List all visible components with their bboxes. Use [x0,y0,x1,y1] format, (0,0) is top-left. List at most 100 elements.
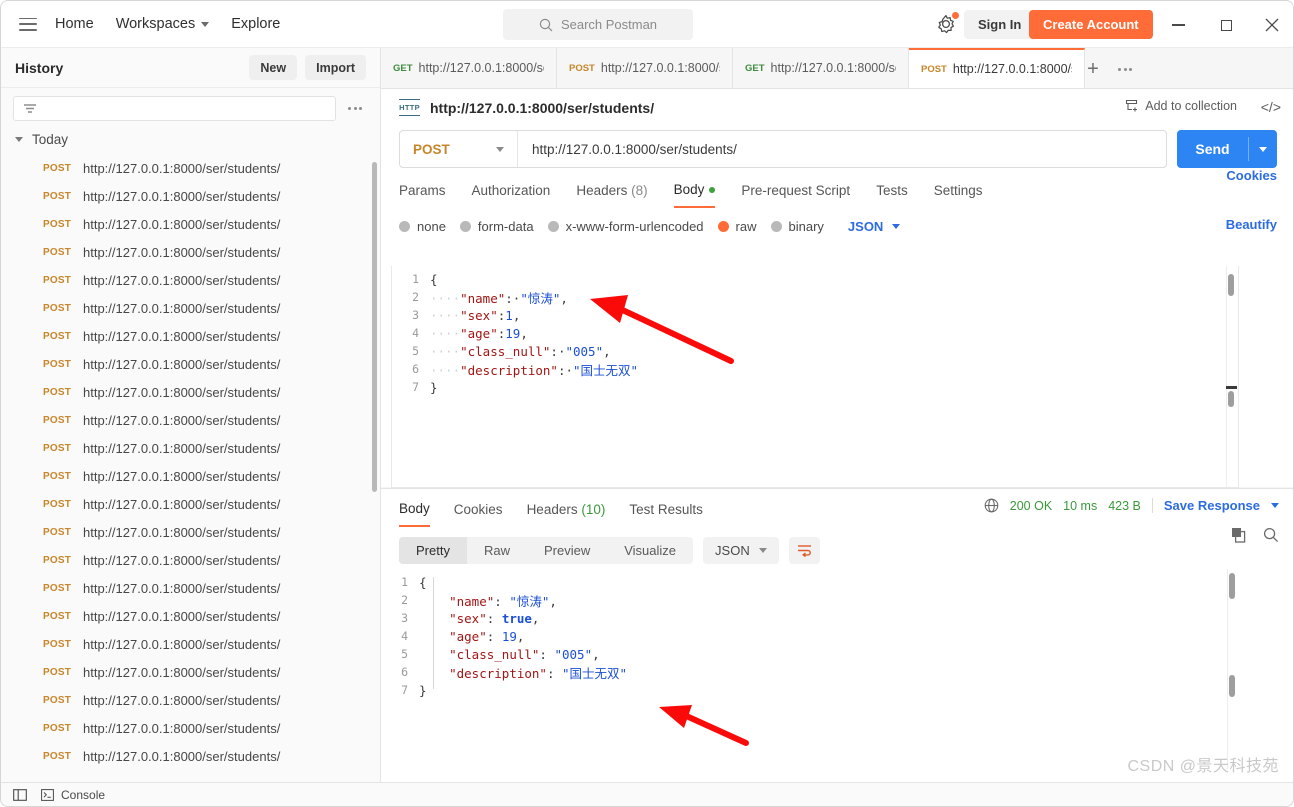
toggle-sidebar-button[interactable] [13,788,27,801]
list-item[interactable]: POST http://127.0.0.1:8000/ser/students/ [1,210,380,238]
response-format-select[interactable]: JSON [703,537,779,564]
window-close-button[interactable] [1258,11,1286,39]
list-item[interactable]: POST http://127.0.0.1:8000/ser/students/ [1,574,380,602]
list-item[interactable]: POST http://127.0.0.1:8000/ser/students/ [1,182,380,210]
list-item[interactable]: POST http://127.0.0.1:8000/ser/students/ [1,266,380,294]
list-item[interactable]: POST http://127.0.0.1:8000/ser/students/ [1,378,380,406]
request-body-editor[interactable]: 1{2 ····"name":·"惊涛", 3 ····"sex":1, 4 ····"a… [391,266,1239,488]
tab-params[interactable]: Params [399,183,446,207]
response-scroll-thumb[interactable] [1229,573,1235,599]
search-response-icon[interactable] [1263,527,1279,543]
beautify-button[interactable]: Beautify [1226,217,1277,232]
list-item[interactable]: POST http://127.0.0.1:8000/ser/students/ [1,658,380,686]
create-account-button[interactable]: Create Account [1029,10,1153,39]
list-item[interactable]: POST http://127.0.0.1:8000/ser/students/ [1,462,380,490]
wrap-lines-button[interactable] [788,537,820,564]
list-item[interactable]: POST http://127.0.0.1:8000/ser/students/ [1,154,380,182]
list-item[interactable]: POST http://127.0.0.1:8000/ser/students/ [1,630,380,658]
search-input[interactable]: Search Postman [503,9,693,40]
nav-explore[interactable]: Explore [231,16,280,32]
chevron-down-icon[interactable] [1271,503,1279,508]
tab-authorization[interactable]: Authorization [472,183,551,207]
response-view-visualize[interactable]: Visualize [607,537,693,564]
sidebar-scrollbar[interactable] [372,162,377,492]
request-editor-scroll-thumb[interactable] [1228,274,1234,296]
list-item[interactable]: POST http://127.0.0.1:8000/ser/students/ [1,322,380,350]
window-maximize-button[interactable] [1212,11,1240,39]
list-item[interactable]: POST http://127.0.0.1:8000/ser/students/ [1,546,380,574]
response-tab-cookies[interactable]: Cookies [454,502,503,526]
request-format-select[interactable]: JSON [848,219,901,234]
list-item[interactable]: POST http://127.0.0.1:8000/ser/students/ [1,238,380,266]
response-tab-body[interactable]: Body [399,501,430,527]
hamburger-menu-icon[interactable] [19,17,37,31]
history-filter-input[interactable] [13,96,336,121]
request-tab[interactable]: GET http://127.0.0.1:8000/ser/ [733,48,909,88]
list-item[interactable]: POST http://127.0.0.1:8000/ser/students/ [1,350,380,378]
request-editor-scroll-thumb-lower[interactable] [1228,391,1234,407]
request-tab[interactable]: POST http://127.0.0.1:8000/ser [909,48,1085,88]
body-type-form-data[interactable]: form-data [459,219,534,234]
copy-icon[interactable] [1231,527,1247,543]
response-view-pretty[interactable]: Pretty [399,537,467,564]
response-body-viewer[interactable]: 1{2 "name": "惊涛", 3 "sex": true, 4 "age": … [391,569,1239,769]
request-tab[interactable]: POST http://127.0.0.1:8000/ser [557,48,733,88]
list-item[interactable]: POST http://127.0.0.1:8000/ser/students/ [1,742,380,770]
list-item-method: POST [43,498,72,510]
list-item[interactable]: POST http://127.0.0.1:8000/ser/students/ [1,602,380,630]
list-item[interactable]: POST http://127.0.0.1:8000/ser/students/ [1,714,380,742]
tab-more-options-icon[interactable] [1105,49,1145,89]
list-item[interactable]: POST http://127.0.0.1:8000/ser/students/ [1,686,380,714]
response-tab-headers[interactable]: Headers (10) [527,502,606,526]
tab-settings[interactable]: Settings [934,183,983,207]
cookies-link[interactable]: Cookies [1226,168,1277,183]
list-item[interactable]: POST http://127.0.0.1:8000/ser/students/ [1,294,380,322]
sidebar-more-options-icon[interactable] [342,107,368,110]
request-tab-url: http://127.0.0.1:8000/ser [600,61,720,75]
request-tab[interactable]: GET http://127.0.0.1:8000/ser/s [381,48,557,88]
window-minimize-button[interactable] [1164,11,1192,39]
response-view-preview[interactable]: Preview [527,537,607,564]
tab-pre-request-script[interactable]: Pre-request Script [741,183,850,207]
body-type-binary[interactable]: binary [770,219,824,234]
settings-gear-button[interactable] [935,12,959,35]
sidebar-title: History [15,59,64,76]
chevron-down-icon [496,146,504,152]
send-options-button[interactable] [1249,146,1277,152]
list-item-method: POST [43,722,72,734]
history-group-today[interactable]: Today [1,125,380,154]
response-view-raw[interactable]: Raw [467,537,527,564]
list-item-url: http://127.0.0.1:8000/ser/students/ [83,328,281,344]
method-select[interactable]: POST [400,131,518,167]
nav-workspaces[interactable]: Workspaces [116,16,210,32]
nav-home[interactable]: Home [55,16,94,32]
add-to-collection-button[interactable]: Add to collection [1125,99,1237,113]
body-type-raw[interactable]: raw [717,219,757,234]
tab-headers[interactable]: Headers (8) [576,183,647,207]
body-type-x-www-form-urlencoded[interactable]: x-www-form-urlencoded [547,219,704,234]
url-input[interactable]: http://127.0.0.1:8000/ser/students/ [518,142,737,157]
tab-tests[interactable]: Tests [876,183,908,207]
body-type-none[interactable]: none [399,219,446,234]
response-scroll-thumb-lower[interactable] [1229,675,1235,697]
chevron-down-icon [1259,146,1267,152]
response-tab-test-results[interactable]: Test Results [629,502,703,526]
send-button[interactable]: Send [1177,130,1277,168]
list-item[interactable]: POST http://127.0.0.1:8000/ser/students/ [1,518,380,546]
response-scrollbar[interactable] [1227,569,1238,769]
request-editor-scrollbar[interactable] [1226,266,1237,487]
save-response-button[interactable]: Save Response [1164,498,1260,513]
sidebar-toggle-icon [13,788,27,801]
new-button[interactable]: New [249,55,298,80]
list-item[interactable]: POST http://127.0.0.1:8000/ser/students/ [1,434,380,462]
code-snippet-icon[interactable]: </> [1261,99,1281,115]
import-button[interactable]: Import [305,55,366,80]
tab-body[interactable]: Body [673,182,716,208]
list-item[interactable]: POST http://127.0.0.1:8000/ser/students/ [1,490,380,518]
console-button[interactable]: Console [41,788,105,802]
code-line: 7} [391,681,1239,699]
list-item[interactable]: POST http://127.0.0.1:8000/ser/students/ [1,406,380,434]
list-item-method: POST [43,246,72,258]
response-tabs: Body Cookies Headers (10) Test Results 200 … [381,489,1293,527]
sign-in-button[interactable]: Sign In [964,10,1036,39]
